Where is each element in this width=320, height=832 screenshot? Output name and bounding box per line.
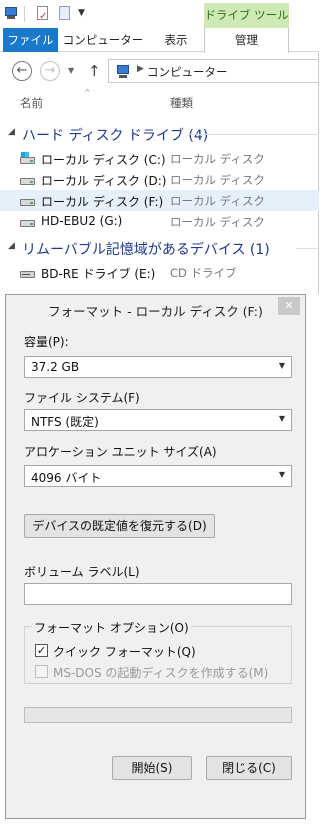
breadcrumb-computer[interactable]: コンピューター [147,64,228,80]
customize-toolbar-chevron-down-icon[interactable]: ▼ [78,6,85,20]
tab-file[interactable]: ファイル [3,28,58,52]
group-divider [190,134,319,135]
drive-name: ローカル ディスク (F:) [41,195,164,209]
optical-drive-icon [20,266,35,279]
drive-type: CD ドライブ [170,266,237,280]
list-item-selected[interactable]: ローカル ディスク (F:) ローカル ディスク [0,190,319,211]
drive-name: ローカル ディスク (C:) [41,153,166,167]
drive-type: ローカル ディスク [170,194,265,208]
hard-drive-icon [20,173,35,186]
tab-computer[interactable]: コンピューター [58,28,148,52]
tab-manage[interactable]: 管理 [204,28,289,53]
computer-icon[interactable] [4,6,18,20]
recent-locations-chevron-down-icon[interactable]: ▼ [68,66,74,75]
volume-label-label: ボリューム ラベル(L) [24,565,140,579]
chevron-down-icon: ▼ [278,414,285,423]
hard-drive-icon [20,194,35,207]
capacity-select[interactable]: 37.2 GB ▼ [24,356,292,378]
column-header-type[interactable]: 種類 [170,95,193,111]
dialog-title: フォーマット - ローカル ディスク (F:) [48,304,263,319]
filesystem-select[interactable]: NTFS (既定) ▼ [24,409,292,431]
forward-arrow-icon[interactable]: → [40,61,60,81]
msdos-boot-disk-label: MS-DOS の起動ディスクを作成する(M) [53,666,269,680]
list-item[interactable]: ローカル ディスク (C:) ローカル ディスク [0,148,319,169]
sort-ascending-icon: ^ [84,88,91,97]
list-item[interactable]: ローカル ディスク (D:) ローカル ディスク [0,169,319,190]
drive-type: ローカル ディスク [170,152,265,166]
group-header-hard-disks[interactable]: ◢ ハード ディスク ドライブ (4) [0,123,319,145]
group-divider [296,248,319,249]
new-folder-icon[interactable] [58,6,72,20]
drive-type: ローカル ディスク [170,173,265,187]
properties-icon[interactable]: ✓ [36,6,50,22]
context-tab-drive-tools: ドライブ ツール [204,3,289,28]
quick-format-label[interactable]: クイック フォーマット(Q) [53,643,196,660]
address-bar[interactable]: ▶ コンピューター [108,59,319,83]
allocation-size-select[interactable]: 4096 バイト ▼ [24,465,292,487]
format-progress-bar [24,707,292,723]
tab-view[interactable]: 表示 [150,28,202,52]
capacity-label: 容量(P): [24,335,69,349]
column-headers: ^ 名前 種類 [0,88,319,114]
ribbon-tabs: ファイル コンピューター 表示 管理 [0,28,319,53]
explorer-window: ✓ ▼ ドライブ ツール ファイル コンピューター 表示 管理 ← → ▼ ↑ … [0,0,319,294]
hard-drive-icon [20,215,35,228]
filesystem-label: ファイル システム(F) [24,391,140,405]
navigation-bar: ← → ▼ ↑ ▶ コンピューター [0,56,319,86]
drive-type: ローカル ディスク [170,215,265,229]
msdos-boot-disk-checkbox [35,665,48,678]
format-dialog: フォーマット - ローカル ディスク (F:) ✕ 容量(P): 37.2 GB… [5,294,306,819]
dialog-titlebar[interactable]: フォーマット - ローカル ディスク (F:) ✕ [6,295,305,323]
close-button[interactable]: 閉じる(C) [206,756,292,780]
format-options-label: フォーマット オプション(O) [32,619,191,636]
drive-name: BD-RE ドライブ (E:) [41,267,156,281]
quick-format-checkbox[interactable]: ✓ [35,644,48,657]
chevron-down-icon: ▼ [278,470,285,479]
collapse-triangle-icon[interactable]: ◢ [8,241,15,251]
drive-name: HD-EBU2 (G:) [41,214,123,228]
system-drive-icon [20,152,35,165]
breadcrumb-chevron-right-icon[interactable]: ▶ [137,64,144,74]
drive-name: ローカル ディスク (D:) [41,174,167,188]
back-arrow-icon[interactable]: ← [12,61,32,81]
up-arrow-icon[interactable]: ↑ [88,61,101,81]
list-item[interactable]: BD-RE ドライブ (E:) CD ドライブ [0,262,319,283]
restore-defaults-button[interactable]: デバイスの既定値を復元する(D) [24,514,215,538]
toolbar-divider [24,6,25,22]
column-header-name[interactable]: 名前 [20,95,43,111]
volume-label-input[interactable] [24,583,292,605]
collapse-triangle-icon[interactable]: ◢ [8,127,15,137]
chevron-down-icon: ▼ [278,361,285,370]
computer-icon [115,65,131,78]
close-icon[interactable]: ✕ [278,297,300,315]
list-item[interactable]: HD-EBU2 (G:) ローカル ディスク [0,211,319,232]
allocation-size-label: アロケーション ユニット サイズ(A) [24,445,217,459]
group-header-removable[interactable]: ◢ リムーバブル記憶域があるデバイス (1) [0,237,319,259]
start-button[interactable]: 開始(S) [112,756,192,780]
